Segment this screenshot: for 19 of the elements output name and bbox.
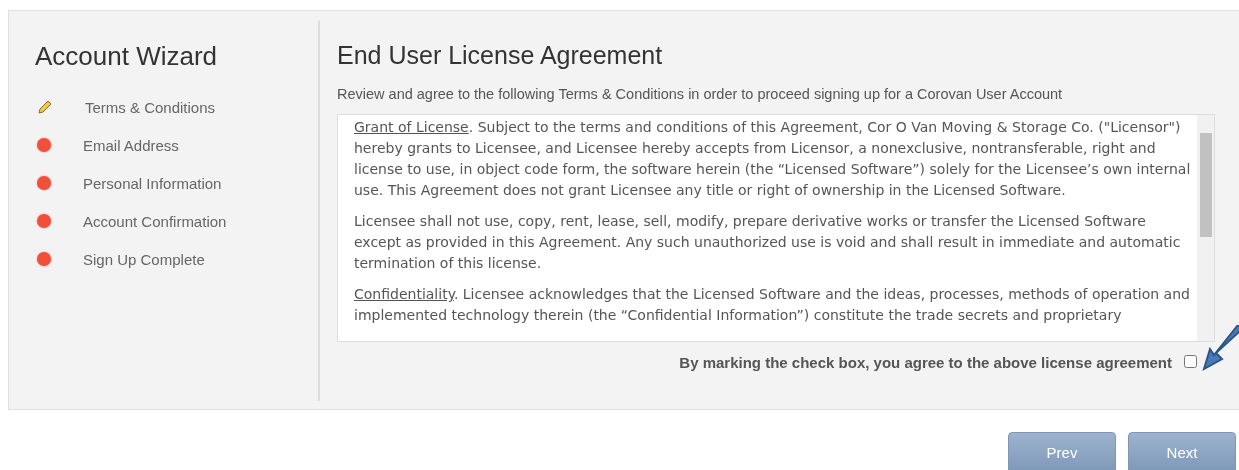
status-dot [37, 176, 51, 190]
status-dot [37, 138, 51, 152]
license-paragraph: Licensee shall not use, copy, rent, lease, sell, modify, prepare derivative works or transfer the Licensed Software except as provided in this Agreement. Any such unauthorized use is void and shall result in immediate and automatic termination of this license. [354, 212, 1182, 273]
pencil-icon [37, 99, 53, 115]
scrollbar[interactable] [1197, 115, 1214, 341]
license-paragraph: Confidentiality. Licensee acknowledges that the Licensed Software and the ideas, processes, methods of operation and implemented technology therein (the “Confidential Information”) constitute the trade secrets and proprietary [354, 285, 1191, 325]
agree-checkbox[interactable] [1184, 355, 1197, 368]
status-dot [37, 252, 51, 266]
wizard-step[interactable]: Account Confirmation [83, 212, 227, 230]
sidebar-title: Account Wizard [35, 41, 219, 72]
wizard-step[interactable]: Email Address [83, 136, 179, 154]
intro-text: Review and agree to the following Terms & Conditions in order to proceed signing up for a Corovan User Account [337, 86, 1064, 102]
wizard-step[interactable]: Terms & Conditions [85, 98, 216, 116]
wizard-step[interactable]: Personal Information [83, 174, 222, 192]
page-title: End User License Agreement [337, 41, 664, 70]
agreement-label: By marking the check box, you agree to the above license agreement [679, 354, 1172, 371]
wizard-step[interactable]: Sign Up Complete [83, 250, 205, 268]
license-paragraph: Grant of License. Subject to the terms and conditions of this Agreement, Cor O Van Moving & Storage Co. ("Licensor") hereby grants to Licensee, and Licensee hereby accepts from Licensor, a nonexclusive, nontransferable, right and license to use, in object code form, the software herein (the “Licensed Software”) solely for the Licensee’s own internal use. This Agreement does not grant Licensee any title or right of ownership in the Licensed Software. [354, 118, 1192, 200]
status-dot [37, 214, 51, 228]
